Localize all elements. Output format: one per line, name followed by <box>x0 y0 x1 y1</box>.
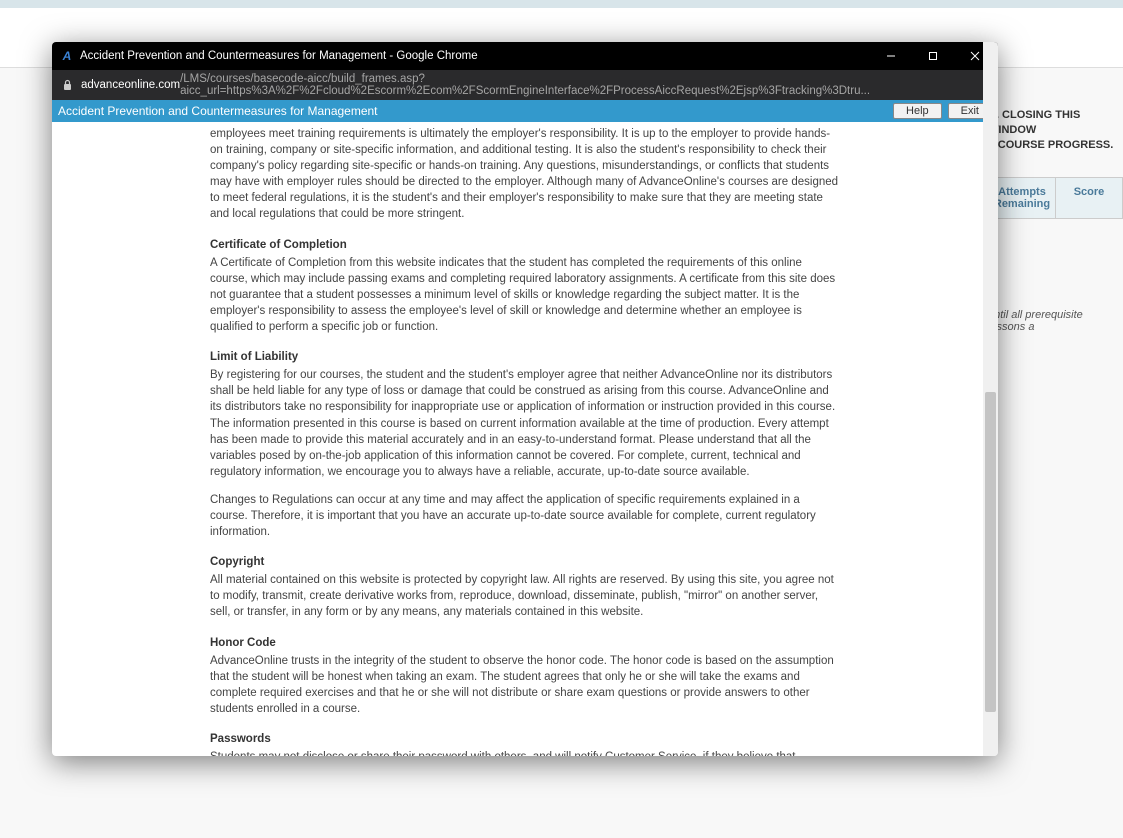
heading-liability: Limit of Liability <box>210 349 840 365</box>
paragraph-liability-1: By registering for our courses, the stud… <box>210 367 840 480</box>
course-header-bar: Accident Prevention and Countermeasures … <box>52 100 998 122</box>
scrollbar-track[interactable] <box>983 42 998 756</box>
heading-certificate: Certificate of Completion <box>210 237 840 253</box>
window-titlebar: A Accident Prevention and Countermeasure… <box>52 42 998 70</box>
heading-honor-code: Honor Code <box>210 635 840 651</box>
bg-warning-line1: N. CLOSING THIS WINDOW <box>988 109 1080 136</box>
intro-paragraph: employees meet training requirements is … <box>210 126 840 223</box>
minimize-button[interactable] <box>870 42 912 70</box>
popup-chrome-window: A Accident Prevention and Countermeasure… <box>52 42 998 756</box>
paragraph-honor-code: AdvanceOnline trusts in the integrity of… <box>210 653 840 717</box>
course-title: Accident Prevention and Countermeasures … <box>58 104 887 118</box>
address-bar[interactable]: advanceonline.com/LMS/courses/basecode-a… <box>52 70 998 100</box>
app-icon: A <box>60 49 74 63</box>
heading-copyright: Copyright <box>210 554 840 570</box>
background-lms-page: N. CLOSING THIS WINDOW F COURSE PROGRESS… <box>988 108 1123 333</box>
terms-content-scroll[interactable]: employees meet training requirements is … <box>52 122 998 756</box>
bg-note: until all prerequisite lessons a <box>988 309 1123 333</box>
paragraph-certificate: A Certificate of Completion from this we… <box>210 255 840 335</box>
help-button[interactable]: Help <box>893 103 942 119</box>
lock-icon <box>62 79 73 91</box>
url-path: /LMS/courses/basecode-aicc/build_frames.… <box>180 73 988 97</box>
paragraph-passwords: Students may not disclose or share their… <box>210 749 840 756</box>
bg-th-attempts: Attempts Remaining <box>989 178 1056 218</box>
bg-table-header: Attempts Remaining Score <box>988 177 1123 219</box>
paragraph-liability-2: Changes to Regulations can occur at any … <box>210 492 840 540</box>
scrollbar-thumb[interactable] <box>985 392 996 712</box>
bg-th-score: Score <box>1056 178 1122 218</box>
bg-warning-line2: F COURSE PROGRESS. <box>988 139 1113 151</box>
paragraph-copyright: All material contained on this website i… <box>210 572 840 620</box>
maximize-button[interactable] <box>912 42 954 70</box>
url-domain: advanceonline.com <box>81 79 180 91</box>
heading-passwords: Passwords <box>210 731 840 747</box>
window-title: Accident Prevention and Countermeasures … <box>80 50 870 62</box>
